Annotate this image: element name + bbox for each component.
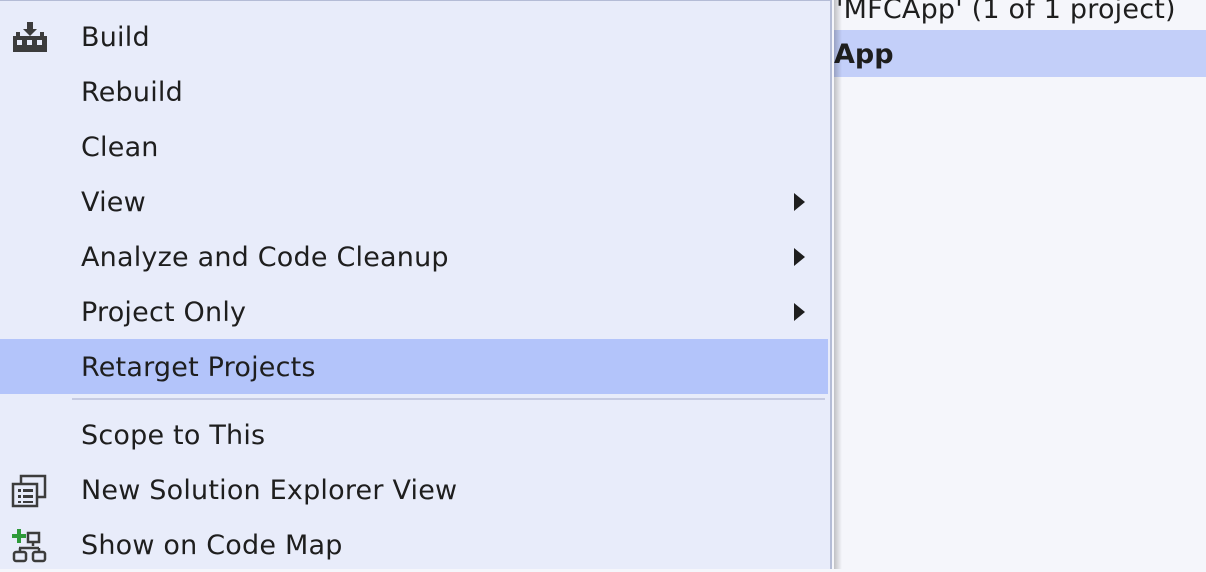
- selected-tree-node[interactable]: App: [834, 30, 1206, 77]
- menu-shadow: [834, 0, 842, 569]
- menu-item-retarget-projects[interactable]: Retarget Projects: [0, 339, 828, 394]
- submenu-arrow-icon: [794, 193, 805, 211]
- menu-item-show-on-code-map-label: Show on Code Map: [81, 530, 343, 561]
- menu-item-rebuild-label: Rebuild: [81, 77, 183, 108]
- menu-item-new-solution-explorer-view[interactable]: New Solution Explorer View: [0, 462, 828, 517]
- menu-item-build-label: Build: [81, 22, 150, 53]
- new-explorer-view-icon: [10, 474, 50, 508]
- menu-item-show-on-code-map[interactable]: Show on Code Map: [0, 517, 828, 572]
- submenu-arrow-icon: [794, 303, 805, 321]
- menu-item-view-label: View: [81, 187, 146, 218]
- menu-item-new-solution-explorer-view-label: New Solution Explorer View: [81, 475, 458, 506]
- menu-item-clean[interactable]: Clean: [0, 119, 828, 174]
- menu-item-project-only-label: Project Only: [81, 297, 247, 328]
- menu-item-retarget-projects-label: Retarget Projects: [81, 352, 316, 383]
- menu-item-view[interactable]: View: [0, 174, 828, 229]
- menu-item-scope-to-this[interactable]: Scope to This: [0, 407, 828, 462]
- selected-tree-node-label: App: [834, 39, 894, 70]
- code-map-icon: [10, 529, 50, 563]
- menu-item-project-only[interactable]: Project Only: [0, 284, 828, 339]
- menu-item-analyze-label: Analyze and Code Cleanup: [81, 242, 449, 273]
- context-menu: Build Rebuild Clean View Analyze and Cod…: [0, 0, 832, 569]
- menu-item-clean-label: Clean: [81, 132, 159, 163]
- submenu-arrow-icon: [794, 248, 805, 266]
- menu-item-scope-to-this-label: Scope to This: [81, 420, 266, 451]
- menu-item-rebuild[interactable]: Rebuild: [0, 64, 828, 119]
- menu-separator: [72, 398, 825, 400]
- solution-header-text: 'MFCApp' (1 of 1 project): [836, 0, 1176, 25]
- build-icon: [10, 21, 50, 55]
- menu-item-build[interactable]: Build: [0, 9, 828, 64]
- menu-item-analyze-and-code-cleanup[interactable]: Analyze and Code Cleanup: [0, 229, 828, 284]
